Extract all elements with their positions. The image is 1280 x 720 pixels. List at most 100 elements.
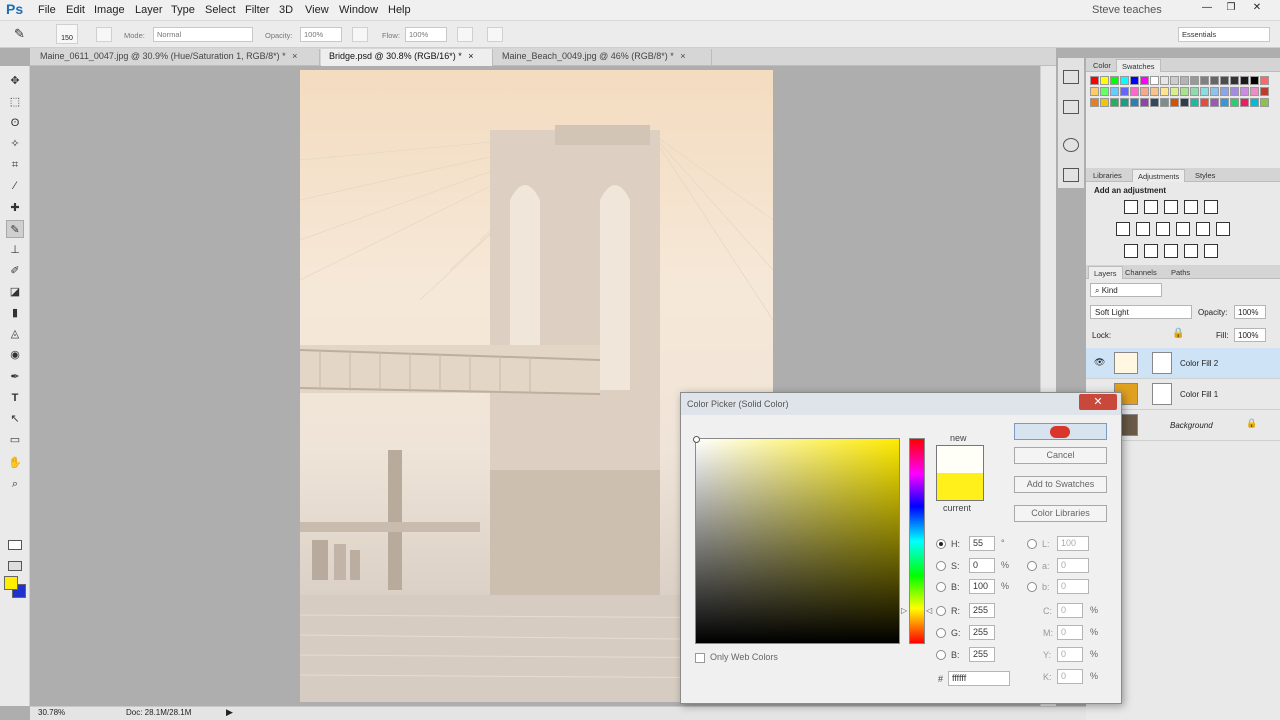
tab-bridge[interactable]: Bridge.psd @ 30.8% (RGB/16*) * × [321, 49, 493, 66]
swatch[interactable] [1260, 98, 1269, 107]
layer-fill-field[interactable]: 100% [1234, 328, 1266, 342]
swatch[interactable] [1220, 76, 1229, 85]
menu-filter[interactable]: Filter [245, 4, 269, 16]
swatch[interactable] [1150, 76, 1159, 85]
b-field[interactable]: 0 [1057, 579, 1089, 594]
screen-mode-icon[interactable] [8, 561, 22, 571]
mode-select[interactable]: Normal [153, 27, 253, 42]
swatch[interactable] [1200, 87, 1209, 96]
properties-panel-icon[interactable] [1063, 100, 1079, 114]
swatch[interactable] [1210, 87, 1219, 96]
swatch[interactable] [1230, 87, 1239, 96]
hue-field[interactable]: 55 [969, 536, 995, 551]
swatch[interactable] [1190, 98, 1199, 107]
pressure-size-icon[interactable] [487, 27, 503, 42]
only-web-colors-checkbox[interactable] [695, 653, 705, 663]
gradient-map-icon[interactable] [1204, 244, 1218, 258]
history-panel-icon[interactable] [1063, 70, 1079, 84]
swatch[interactable] [1190, 76, 1199, 85]
menu-help[interactable]: Help [388, 4, 411, 16]
swatch[interactable] [1090, 76, 1099, 85]
black-field[interactable]: 0 [1057, 669, 1083, 684]
swatch[interactable] [1250, 87, 1259, 96]
hue-slider-left-arrow-icon[interactable]: ▷ [901, 606, 907, 615]
minimize-button[interactable]: — [1196, 1, 1218, 15]
vibrance-icon[interactable] [1204, 200, 1218, 214]
tab-layers[interactable]: Layers [1088, 266, 1123, 279]
close-button[interactable]: ✕ [1079, 394, 1117, 410]
actions-panel-icon[interactable] [1063, 168, 1079, 182]
gradient-tool-icon[interactable]: ▮ [6, 304, 24, 322]
threshold-icon[interactable] [1164, 244, 1178, 258]
restore-button[interactable]: ❐ [1220, 1, 1242, 15]
swatch[interactable] [1140, 98, 1149, 107]
marquee-tool-icon[interactable]: ⬚ [6, 93, 24, 111]
tab-libraries[interactable]: Libraries [1088, 169, 1127, 182]
zoom-level[interactable]: 30.78% [38, 708, 65, 717]
crop-tool-icon[interactable]: ⌗ [6, 156, 24, 174]
airbrush-icon[interactable] [457, 27, 473, 42]
black-white-icon[interactable] [1156, 222, 1170, 236]
menu-3d[interactable]: 3D [279, 4, 293, 16]
brightness-radio[interactable] [936, 582, 946, 592]
swatch[interactable] [1240, 98, 1249, 107]
swatch[interactable] [1250, 76, 1259, 85]
blue-radio[interactable] [936, 650, 946, 660]
layer-row[interactable]: 👁 Color Fill 2 [1086, 348, 1280, 379]
saturation-radio[interactable] [936, 561, 946, 571]
swatch[interactable] [1110, 87, 1119, 96]
magenta-field[interactable]: 0 [1057, 625, 1083, 640]
type-tool-icon[interactable]: T [6, 389, 24, 407]
color-field[interactable] [693, 436, 900, 644]
healing-tool-icon[interactable]: ✚ [6, 199, 24, 217]
color-libraries-button[interactable]: Color Libraries [1014, 505, 1107, 522]
close-window-button[interactable]: ✕ [1246, 1, 1268, 15]
menu-select[interactable]: Select [205, 4, 236, 16]
levels-icon[interactable] [1144, 200, 1158, 214]
color-balance-icon[interactable] [1136, 222, 1150, 236]
hex-field[interactable]: ffffff [948, 671, 1010, 686]
selective-color-icon[interactable] [1184, 244, 1198, 258]
quick-select-tool-icon[interactable]: ✧ [6, 135, 24, 153]
cyan-field[interactable]: 0 [1057, 603, 1083, 618]
brush-tool-icon[interactable]: ✎ [6, 220, 24, 238]
photo-filter-icon[interactable] [1176, 222, 1190, 236]
swatch[interactable] [1170, 76, 1179, 85]
a-radio[interactable] [1027, 561, 1037, 571]
menu-edit[interactable]: Edit [66, 4, 85, 16]
pen-tool-icon[interactable]: ✒ [6, 368, 24, 386]
swatch[interactable] [1180, 98, 1189, 107]
invert-icon[interactable] [1124, 244, 1138, 258]
swatch[interactable] [1230, 76, 1239, 85]
swatch[interactable] [1180, 87, 1189, 96]
swatch[interactable] [1120, 98, 1129, 107]
lightness-field[interactable]: 100 [1057, 536, 1089, 551]
lasso-tool-icon[interactable]: ʘ [6, 114, 24, 132]
b-radio[interactable] [1027, 582, 1037, 592]
hue-saturation-icon[interactable] [1116, 222, 1130, 236]
dodge-tool-icon[interactable]: ◉ [6, 346, 24, 364]
swatch[interactable] [1260, 76, 1269, 85]
swatch[interactable] [1240, 87, 1249, 96]
swatch[interactable] [1180, 76, 1189, 85]
swatch[interactable] [1160, 98, 1169, 107]
close-icon[interactable]: × [292, 51, 297, 61]
swatch[interactable] [1130, 98, 1139, 107]
swatch[interactable] [1090, 98, 1099, 107]
tab-adjustments[interactable]: Adjustments [1132, 169, 1186, 182]
tab-maine-beach[interactable]: Maine_Beach_0049.jpg @ 46% (RGB/8*) * × [494, 49, 712, 66]
color-field-marker[interactable] [693, 436, 700, 443]
dialog-titlebar[interactable]: Color Picker (Solid Color) ✕ [681, 393, 1121, 415]
blend-mode-select[interactable]: Soft Light [1090, 305, 1192, 319]
swatch[interactable] [1240, 76, 1249, 85]
foreground-color-swatch[interactable] [4, 576, 18, 590]
swatch[interactable] [1110, 76, 1119, 85]
swatch[interactable] [1170, 87, 1179, 96]
status-menu-arrow-icon[interactable]: ▶ [226, 707, 233, 718]
close-icon[interactable]: × [468, 51, 473, 61]
menu-window[interactable]: Window [339, 4, 378, 16]
swatch[interactable] [1210, 98, 1219, 107]
exposure-icon[interactable] [1184, 200, 1198, 214]
add-to-swatches-button[interactable]: Add to Swatches [1014, 476, 1107, 493]
menu-image[interactable]: Image [94, 4, 125, 16]
